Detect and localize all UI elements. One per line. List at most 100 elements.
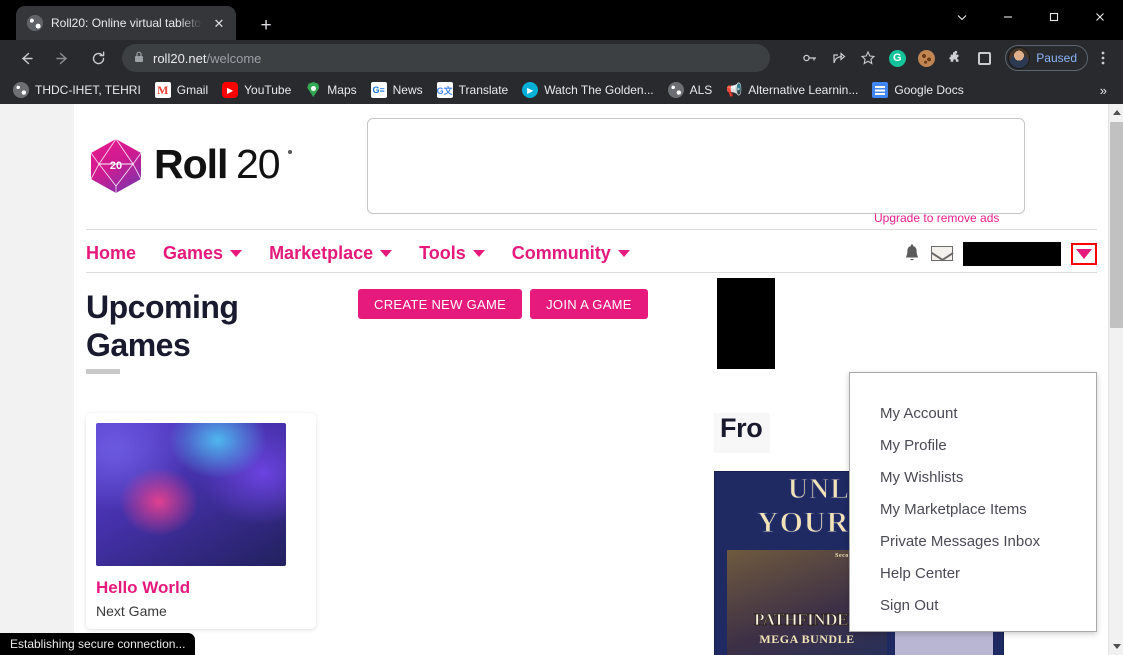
- bell-icon[interactable]: [903, 244, 921, 264]
- chrome-menu-icon[interactable]: [1089, 44, 1117, 72]
- nav-item-tools[interactable]: Tools: [419, 243, 485, 264]
- close-window-icon[interactable]: [1077, 0, 1123, 34]
- menu-item-my-wishlists[interactable]: My Wishlists: [850, 461, 1096, 493]
- grammarly-glyph: G: [889, 50, 906, 67]
- maps-pin-icon: [305, 82, 321, 98]
- forward-icon[interactable]: [48, 44, 76, 72]
- upgrade-to-remove-ads-link[interactable]: Upgrade to remove ads: [874, 211, 999, 225]
- game-next-session-label: Next Game: [96, 603, 306, 619]
- profile-button[interactable]: Paused: [1005, 45, 1088, 71]
- google-docs-icon: [872, 82, 888, 98]
- nav-item-games[interactable]: Games: [163, 243, 242, 264]
- join-a-game-button[interactable]: JOIN A GAME: [530, 289, 648, 319]
- page-title: Upcoming Games: [86, 289, 316, 365]
- create-new-game-button[interactable]: CREATE NEW GAME: [358, 289, 522, 319]
- bookmark-label: Watch The Golden...: [544, 83, 653, 97]
- reload-icon[interactable]: [84, 44, 112, 72]
- window-controls: [939, 0, 1123, 40]
- bookmarks-bar: THDC-IHET, TEHRI M Gmail ▶ YouTube Maps …: [0, 76, 1123, 104]
- tab-favicon-globe-icon: [27, 15, 43, 31]
- nav-label: Tools: [419, 243, 466, 264]
- nav-item-marketplace[interactable]: Marketplace: [269, 243, 392, 264]
- bookmark-label: News: [393, 83, 423, 97]
- scroll-down-arrow-icon[interactable]: [1109, 638, 1123, 655]
- game-card[interactable]: Hello World Next Game: [86, 413, 316, 629]
- grammarly-extension-icon[interactable]: G: [883, 44, 911, 72]
- back-icon[interactable]: [12, 44, 40, 72]
- toolbar-actions: G Paused: [796, 44, 1123, 72]
- profile-status-label: Paused: [1036, 51, 1077, 65]
- account-dropdown-menu: My Account My Profile My Wishlists My Ma…: [849, 372, 1097, 632]
- bookmark-label: Maps: [327, 83, 356, 97]
- bookmark-thdc-ihet[interactable]: THDC-IHET, TEHRI: [6, 79, 148, 101]
- cta-button-row: CREATE NEW GAME JOIN A GAME: [358, 289, 648, 319]
- svg-text:20: 20: [110, 160, 122, 172]
- avatar: [1008, 47, 1030, 69]
- bookmark-star-icon[interactable]: [854, 44, 882, 72]
- share-icon[interactable]: [825, 44, 853, 72]
- nav-item-community[interactable]: Community: [512, 243, 630, 264]
- bookmark-gmail[interactable]: M Gmail: [148, 79, 215, 101]
- roll20-wordmark: Roll 20: [154, 143, 364, 189]
- bookmark-label: Google Docs: [894, 83, 963, 97]
- ad-bundle-label: MEGA BUNDLE: [727, 632, 887, 647]
- site-header: 20 Roll 20 Upgrade to remove ads: [74, 104, 1109, 235]
- header-divider: [86, 229, 1097, 230]
- account-menu-toggle[interactable]: [1071, 243, 1097, 265]
- cookie-extension-icon[interactable]: [912, 44, 940, 72]
- gmail-icon: M: [155, 82, 171, 98]
- nav-label: Home: [86, 243, 136, 264]
- menu-item-my-account[interactable]: My Account: [850, 397, 1096, 429]
- tab-close-icon[interactable]: ✕: [210, 14, 228, 32]
- bookmark-als[interactable]: ALS: [661, 79, 720, 101]
- nav-label: Games: [163, 243, 223, 264]
- new-tab-button[interactable]: +: [252, 11, 280, 39]
- play-circle-icon: ▶: [522, 82, 538, 98]
- bookmark-youtube[interactable]: ▶ YouTube: [215, 79, 298, 101]
- minimize-icon[interactable]: [985, 0, 1031, 34]
- extensions-puzzle-icon[interactable]: [941, 44, 969, 72]
- nav-label: Community: [512, 243, 611, 264]
- status-bubble: Establishing secure connection...: [0, 633, 195, 655]
- game-title[interactable]: Hello World: [96, 578, 306, 598]
- envelope-icon[interactable]: [931, 246, 953, 261]
- minimize-to-tray-icon[interactable]: [939, 0, 985, 34]
- page-scrollbar[interactable]: [1108, 104, 1123, 655]
- tab-title: Roll20: Online virtual tabletop for: [51, 16, 202, 30]
- d20-die-icon: 20: [86, 136, 146, 196]
- bookmark-alternative-learning[interactable]: 📢 Alternative Learnin...: [719, 79, 865, 101]
- menu-item-private-messages-inbox[interactable]: Private Messages Inbox: [850, 525, 1096, 557]
- password-key-icon[interactable]: [796, 44, 824, 72]
- url-domain: roll20.net: [153, 51, 206, 66]
- bookmark-google-docs[interactable]: Google Docs: [865, 79, 970, 101]
- globe-icon: [13, 82, 29, 98]
- address-bar[interactable]: roll20.net/welcome: [122, 44, 770, 72]
- bookmark-translate[interactable]: G文 Translate: [430, 79, 516, 101]
- bookmark-label: Translate: [459, 83, 509, 97]
- advertisement-slot: [367, 118, 1025, 214]
- chevron-down-icon: [618, 250, 630, 257]
- scrollbar-thumb[interactable]: [1110, 122, 1123, 328]
- title-underline-rule: [86, 369, 120, 374]
- username-redacted[interactable]: [963, 242, 1061, 266]
- bookmark-label: YouTube: [244, 83, 291, 97]
- url-text: roll20.net/welcome: [153, 51, 261, 66]
- bookmark-news[interactable]: G≡ News: [364, 79, 430, 101]
- side-panel-icon[interactable]: [970, 44, 998, 72]
- bookmarks-overflow-icon[interactable]: »: [1090, 83, 1117, 98]
- bookmark-maps[interactable]: Maps: [298, 79, 363, 101]
- browser-window: Roll20: Online virtual tabletop for ✕ +: [0, 0, 1123, 655]
- browser-tab[interactable]: Roll20: Online virtual tabletop for ✕: [16, 6, 236, 40]
- menu-item-help-center[interactable]: Help Center: [850, 557, 1096, 589]
- maximize-icon[interactable]: [1031, 0, 1077, 34]
- chevron-down-icon: [230, 250, 242, 257]
- nav-item-home[interactable]: Home: [86, 243, 136, 264]
- menu-item-sign-out[interactable]: Sign Out: [850, 589, 1096, 621]
- scroll-up-arrow-icon[interactable]: [1109, 104, 1123, 121]
- roll20-logo[interactable]: 20 Roll 20: [86, 136, 364, 196]
- menu-item-my-profile[interactable]: My Profile: [850, 429, 1096, 461]
- bookmark-watch-the-golden[interactable]: ▶ Watch The Golden...: [515, 79, 660, 101]
- menu-item-my-marketplace-items[interactable]: My Marketplace Items: [850, 493, 1096, 525]
- svg-text:20: 20: [236, 143, 280, 187]
- chevron-down-icon: [1076, 249, 1092, 259]
